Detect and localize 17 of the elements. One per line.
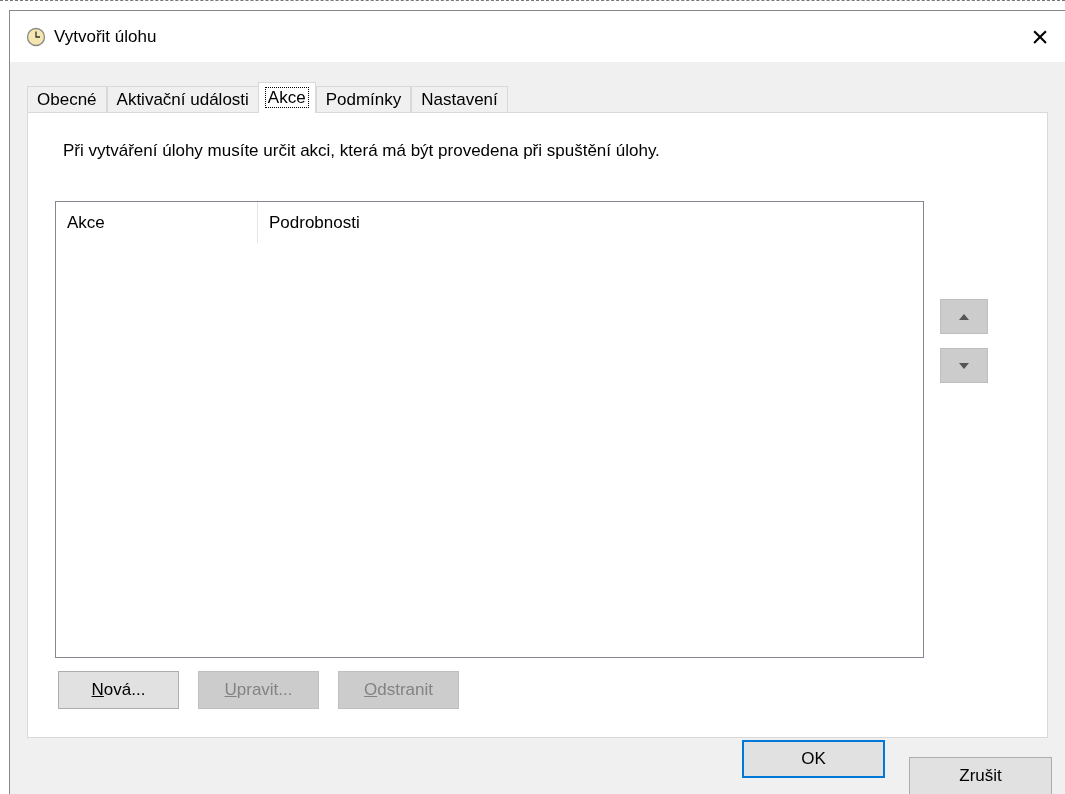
tab[interactable]: Akce	[257, 82, 316, 113]
description-text: Při vytváření úlohy musíte určit akci, která má být provedena při spuštění úlohy.	[63, 141, 661, 161]
up-arrow-icon	[959, 313, 969, 320]
cancel-button[interactable]: Zrušit	[909, 757, 1052, 794]
actions-list[interactable]: Akce Podrobnosti	[55, 201, 924, 658]
ok-button[interactable]: OK	[742, 740, 885, 778]
column-header[interactable]: Akce	[56, 202, 258, 243]
tab[interactable]: Obecné	[27, 86, 107, 113]
clock-icon	[26, 26, 46, 47]
column-header[interactable]: Podrobnosti	[258, 202, 918, 243]
close-button[interactable]: ×	[1010, 11, 1065, 62]
action-button[interactable]: Nová...	[58, 671, 179, 709]
window-title: Vytvořit úlohu	[54, 26, 158, 47]
tab[interactable]: Nastavení	[411, 86, 508, 113]
tab[interactable]: Podmínky	[315, 86, 412, 113]
tab[interactable]: Aktivační události	[106, 86, 259, 113]
down-arrow-icon	[959, 362, 969, 369]
